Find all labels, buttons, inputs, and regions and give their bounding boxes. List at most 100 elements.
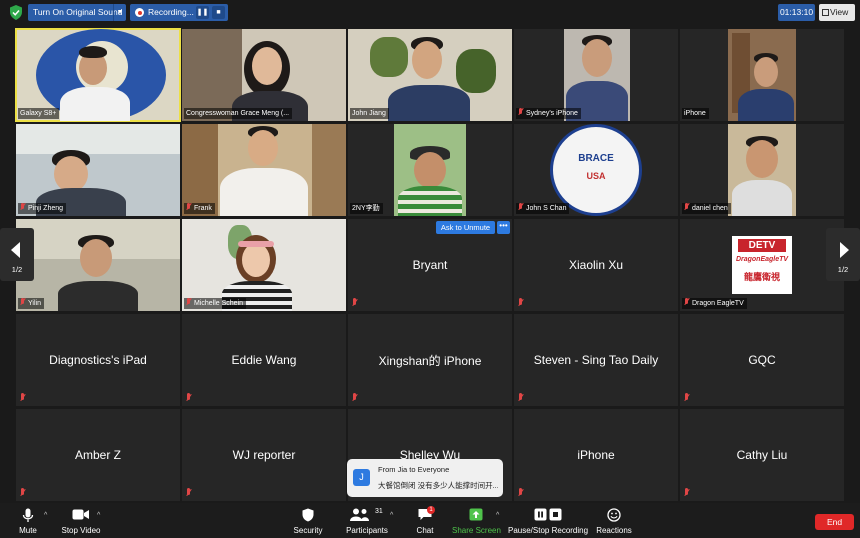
view-button[interactable]: View [819,4,855,21]
chevron-right-icon [840,242,849,258]
video-tile[interactable]: Yilin [16,219,180,311]
participant-name: 2NY李勤 [350,203,383,214]
chat-badge: 1 [427,506,435,514]
participant-name: Sydney's iPhone [516,108,581,119]
more-options-button[interactable]: ••• [497,221,510,234]
original-sound-label: Turn On Original Sound [33,7,123,17]
muted-mic-icon [352,393,358,402]
chat-button[interactable]: 1 Chat [410,503,440,538]
chevron-up-icon[interactable]: ^ [390,512,393,519]
pause-stop-recording-button[interactable]: Pause/Stop Recording [508,503,588,538]
microphone-icon [22,508,34,522]
stop-video-button[interactable]: Stop Video [58,503,104,538]
video-tile[interactable]: John Jiang [348,29,512,121]
video-tile[interactable]: Pinji Zheng [16,124,180,216]
muted-mic-icon [518,488,524,497]
mute-button[interactable]: Mute [10,503,46,538]
participants-icon [350,508,369,521]
top-bar: Turn On Original Sound ▼ Recording... ❚❚… [0,0,860,26]
participants-button[interactable]: 31 Participants [344,503,390,538]
muted-mic-icon [20,393,26,402]
participant-name: John S Chan [516,203,570,214]
muted-mic-icon [20,203,25,211]
chat-notification[interactable]: J From Jia to Everyone 大餐馆倒闭 没有多少人能撑时间开.… [347,459,503,497]
security-button[interactable]: Security [290,503,326,538]
grid-view-icon [822,9,829,16]
video-tile[interactable]: Sydney's iPhone [514,29,678,121]
muted-mic-icon [352,298,358,307]
shield-icon [302,508,314,522]
video-tile[interactable]: iPhone [680,29,844,121]
reactions-button[interactable]: Reactions [596,503,632,538]
video-tile[interactable]: GQC [680,314,844,406]
participant-name: Pinji Zheng [18,203,67,214]
chevron-down-icon[interactable]: ▼ [113,4,126,21]
security-shield-icon[interactable] [9,5,23,20]
muted-mic-icon [684,203,689,211]
video-tile[interactable]: WJ reporter [182,409,346,501]
participant-name: Xingshan的 iPhone [378,353,482,368]
muted-mic-icon [20,488,26,497]
video-tile[interactable]: daniel chen [680,124,844,216]
video-tile[interactable]: 2NY李勤 [348,124,512,216]
dragon-eagle-tv-logo: DETV DragonEagleTV 龍鷹衛視 [732,236,792,294]
video-tile[interactable]: Amber Z [16,409,180,501]
participant-name: Steven - Sing Tao Daily [533,353,659,367]
muted-mic-icon [186,393,192,402]
participant-name: Frank [184,203,215,214]
next-page-button[interactable]: 1/2 [826,228,860,281]
participant-name: daniel chen [682,203,731,214]
participant-name: iPhone [577,448,615,462]
video-tile[interactable]: BRACE USA John S Chan [514,124,678,216]
pause-recording-icon[interactable]: ❚❚ [196,6,209,19]
video-tile[interactable]: Xiaolin Xu [514,219,678,311]
muted-mic-icon [518,203,523,211]
view-label: View [830,7,849,17]
muted-mic-icon [684,488,690,497]
video-tile[interactable]: Xingshan的 iPhone [348,314,512,406]
video-tile[interactable]: Cathy Liu [680,409,844,501]
meeting-toolbar: Mute ^ Stop Video ^ Security 31 Particip… [0,503,860,538]
end-meeting-button[interactable]: End [815,514,854,530]
previous-page-button[interactable]: 1/2 [0,228,34,281]
video-tile[interactable]: Michelle Schein [182,219,346,311]
participant-name: Diagnostics's iPad [49,353,147,367]
original-sound-button[interactable]: Turn On Original Sound ▼ [28,4,126,21]
recording-label: Recording... [148,7,194,17]
muted-mic-icon [186,488,192,497]
chevron-up-icon[interactable]: ^ [44,512,47,519]
muted-mic-icon [684,393,690,402]
participant-name: Xiaolin Xu [568,258,624,272]
participant-name: iPhone [682,108,709,119]
video-tile[interactable]: DETV DragonEagleTV 龍鷹衛視 Dragon EagleTV [680,219,844,311]
video-tile[interactable]: Eddie Wang [182,314,346,406]
recording-indicator: Recording... ❚❚ ■ [130,4,228,21]
muted-mic-icon [518,108,523,116]
video-tile[interactable]: Frank [182,124,346,216]
video-tile[interactable]: Congresswoman Grace Meng (... [182,29,346,121]
share-screen-icon [469,508,483,521]
participant-name: Amber Z [74,448,121,462]
chevron-up-icon[interactable]: ^ [496,512,499,519]
video-tile[interactable]: Diagnostics's iPad [16,314,180,406]
muted-mic-icon [518,298,524,307]
video-tile[interactable]: Galaxy S8+ [15,28,181,122]
share-screen-button[interactable]: Share Screen [452,503,501,538]
participant-name: Yilin [18,298,44,309]
page-indicator: 1/2 [837,265,849,274]
video-tile[interactable]: iPhone [514,409,678,501]
participant-name: WJ reporter [232,448,296,462]
ask-to-unmute-button[interactable]: Ask to Unmute [436,221,495,234]
participant-count: 31 [375,508,383,515]
page-indicator: 1/2 [11,265,23,274]
participant-name: Congresswoman Grace Meng (... [184,108,293,119]
chevron-up-icon[interactable]: ^ [97,512,100,519]
participant-name: Michelle Schein [184,298,247,309]
video-tile[interactable]: Steven - Sing Tao Daily [514,314,678,406]
record-icon [135,8,144,17]
muted-mic-icon [20,298,25,306]
stop-recording-icon[interactable]: ■ [212,6,225,19]
zoom-meeting-window: Turn On Original Sound ▼ Recording... ❚❚… [0,0,860,538]
chevron-left-icon [11,242,20,258]
participant-name: GQC [748,353,776,367]
